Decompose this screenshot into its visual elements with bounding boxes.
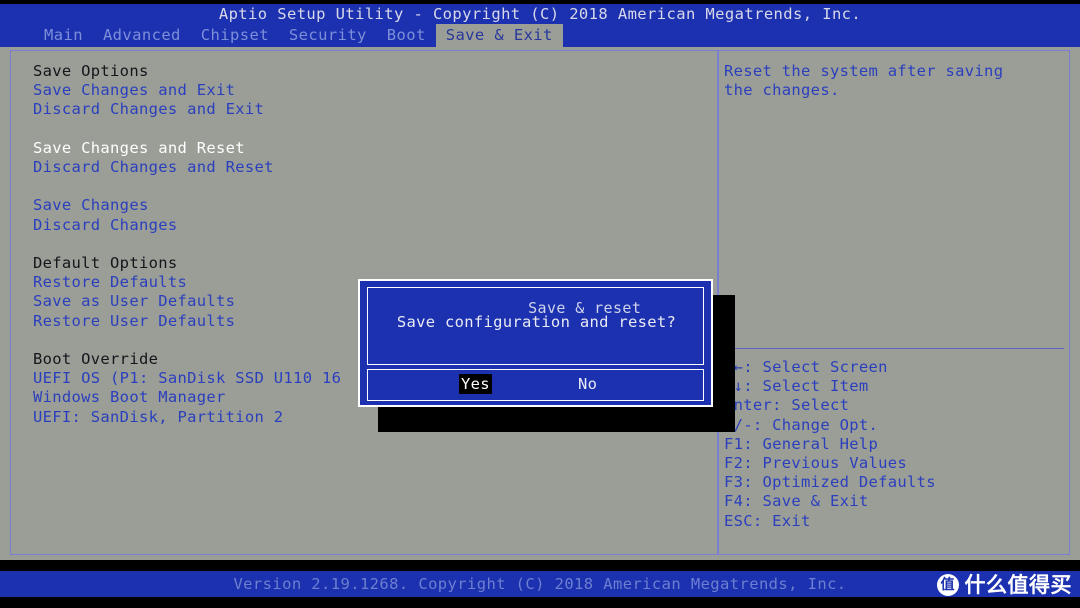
dialog-body: Save & reset Save configuration and rese… (367, 287, 704, 365)
dialog-no-button[interactable]: No (576, 374, 599, 394)
help-description-line-2: the changes. (724, 81, 840, 100)
help-key-f4-save-and-exit: F4: Save & Exit (724, 492, 869, 511)
watermark-logo-icon: 值 (936, 574, 959, 596)
menu-spacer-2 (33, 177, 693, 196)
help-description-line-1: Reset the system after saving (724, 62, 1004, 80)
tab-chipset[interactable]: Chipset (191, 24, 279, 47)
help-key-legend: →←: Select Screen ↑↓: Select Item Enter:… (724, 358, 1064, 531)
dialog-yes-button[interactable]: Yes (459, 374, 492, 394)
page-title: Aptio Setup Utility - Copyright (C) 2018… (0, 4, 1080, 24)
help-divider (722, 348, 1064, 349)
menu-group-save-options: Save Options (33, 62, 149, 80)
menu-item-discard-changes[interactable]: Discard Changes (33, 216, 693, 235)
menu-item-discard-changes-and-reset[interactable]: Discard Changes and Reset (33, 158, 693, 177)
help-key-select-screen: →←: Select Screen (724, 358, 888, 376)
dialog-button-row: Yes No (367, 369, 704, 401)
footer-version-text: Version 2.19.1268. Copyright (C) 2018 Am… (233, 575, 847, 593)
help-key-change-opt: +/-: Change Opt. (724, 415, 879, 434)
help-description: Reset the system after saving the change… (724, 62, 1064, 100)
tab-security[interactable]: Security (279, 24, 377, 47)
menu-item-discard-changes-and-exit[interactable]: Discard Changes and Exit (33, 100, 693, 119)
dialog-message: Save configuration and reset? (396, 313, 677, 331)
bios-setup-screen: Aptio Setup Utility - Copyright (C) 2018… (0, 0, 1080, 608)
save-and-reset-dialog: Save & reset Save configuration and rese… (358, 279, 713, 407)
watermark: 值 什么值得买 (936, 572, 1073, 598)
footer-bar: Version 2.19.1268. Copyright (C) 2018 Am… (0, 571, 1080, 597)
tab-advanced[interactable]: Advanced (93, 24, 191, 47)
menu-item-save-changes[interactable]: Save Changes (33, 196, 693, 215)
tab-save-and-exit[interactable]: Save & Exit (435, 24, 563, 47)
menu-item-save-changes-and-exit[interactable]: Save Changes and Exit (33, 81, 693, 100)
tab-boot[interactable]: Boot (377, 24, 436, 47)
help-key-f2-previous-values: F2: Previous Values (724, 454, 908, 473)
help-key-enter-select: Enter: Select (724, 396, 850, 415)
menu-spacer-1 (33, 120, 693, 139)
help-key-f1-general-help: F1: General Help (724, 434, 879, 453)
help-key-f3-optimized-defaults: F3: Optimized Defaults (724, 473, 936, 492)
menu-spacer-3 (33, 235, 693, 254)
watermark-text: 什么值得买 (964, 573, 1072, 597)
tab-main[interactable]: Main (34, 24, 93, 47)
help-key-select-item: ↑↓: Select Item (724, 377, 869, 396)
tab-bar: Main Advanced Chipset Security Boot Save… (0, 24, 1080, 47)
help-key-esc-exit: ESC: Exit (724, 511, 811, 530)
content-area: Save Options Save Changes and Exit Disca… (0, 47, 1080, 560)
menu-group-default-options: Default Options (33, 253, 178, 272)
menu-item-save-changes-and-reset[interactable]: Save Changes and Reset (33, 139, 693, 158)
